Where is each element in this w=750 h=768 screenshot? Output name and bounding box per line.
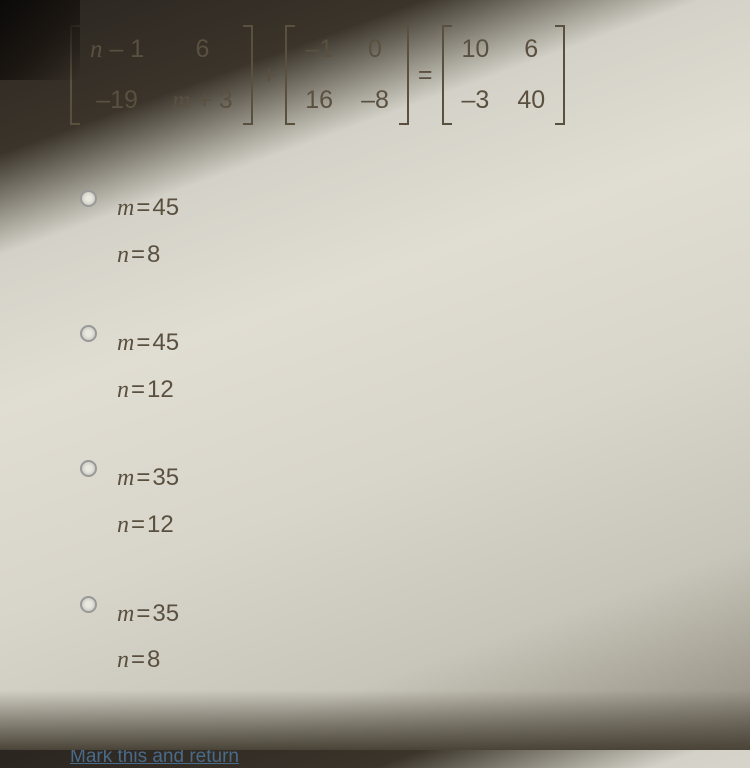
matrix-b: –1 0 16 –8 — [285, 25, 409, 125]
option-3[interactable]: m=35 n=12 — [80, 455, 680, 548]
option-2-text: m=45 n=12 — [117, 320, 179, 413]
bracket-left — [442, 25, 452, 125]
option-4-text: m=35 n=8 — [117, 591, 179, 684]
matrix-a: n – 1 6 –19 m + 3 — [70, 25, 253, 125]
equals-operator: = — [415, 61, 436, 90]
question-content: n – 1 6 –19 m + 3 + –1 0 16 –8 = 10 6 — [0, 0, 750, 768]
matrix-c: 10 6 –3 40 — [442, 25, 566, 125]
matrix-c-r1c1: 10 — [462, 35, 490, 64]
matrix-c-r2c2: 40 — [517, 86, 545, 115]
bracket-left — [285, 25, 295, 125]
option-3-text: m=35 n=12 — [117, 455, 179, 548]
bottom-vignette — [0, 690, 750, 750]
option-1[interactable]: m=45 n=8 — [80, 185, 680, 278]
radio-icon[interactable] — [80, 325, 97, 342]
bracket-right — [399, 25, 409, 125]
matrix-b-r1c2: 0 — [361, 35, 389, 64]
matrix-a-r1c1: n – 1 — [90, 35, 144, 64]
screen-corner — [0, 0, 80, 80]
bracket-right — [243, 25, 253, 125]
option-2[interactable]: m=45 n=12 — [80, 320, 680, 413]
matrix-b-r2c2: –8 — [361, 86, 389, 115]
option-1-text: m=45 n=8 — [117, 185, 179, 278]
matrix-a-r2c1: –19 — [90, 86, 144, 115]
radio-icon[interactable] — [80, 190, 97, 207]
plus-operator: + — [259, 61, 280, 90]
radio-icon[interactable] — [80, 596, 97, 613]
matrix-a-r2c2: m + 3 — [172, 86, 232, 115]
option-4[interactable]: m=35 n=8 — [80, 591, 680, 684]
matrix-b-r1c1: –1 — [305, 35, 333, 64]
matrix-c-r1c2: 6 — [517, 35, 545, 64]
matrix-equation: n – 1 6 –19 m + 3 + –1 0 16 –8 = 10 6 — [70, 25, 680, 125]
answer-options: m=45 n=8 m=45 n=12 m=35 n=12 m=35 n=8 — [70, 185, 680, 684]
matrix-a-r1c2: 6 — [172, 35, 232, 64]
bracket-right — [555, 25, 565, 125]
matrix-b-r2c1: 16 — [305, 86, 333, 115]
matrix-c-r2c1: –3 — [462, 86, 490, 115]
radio-icon[interactable] — [80, 460, 97, 477]
